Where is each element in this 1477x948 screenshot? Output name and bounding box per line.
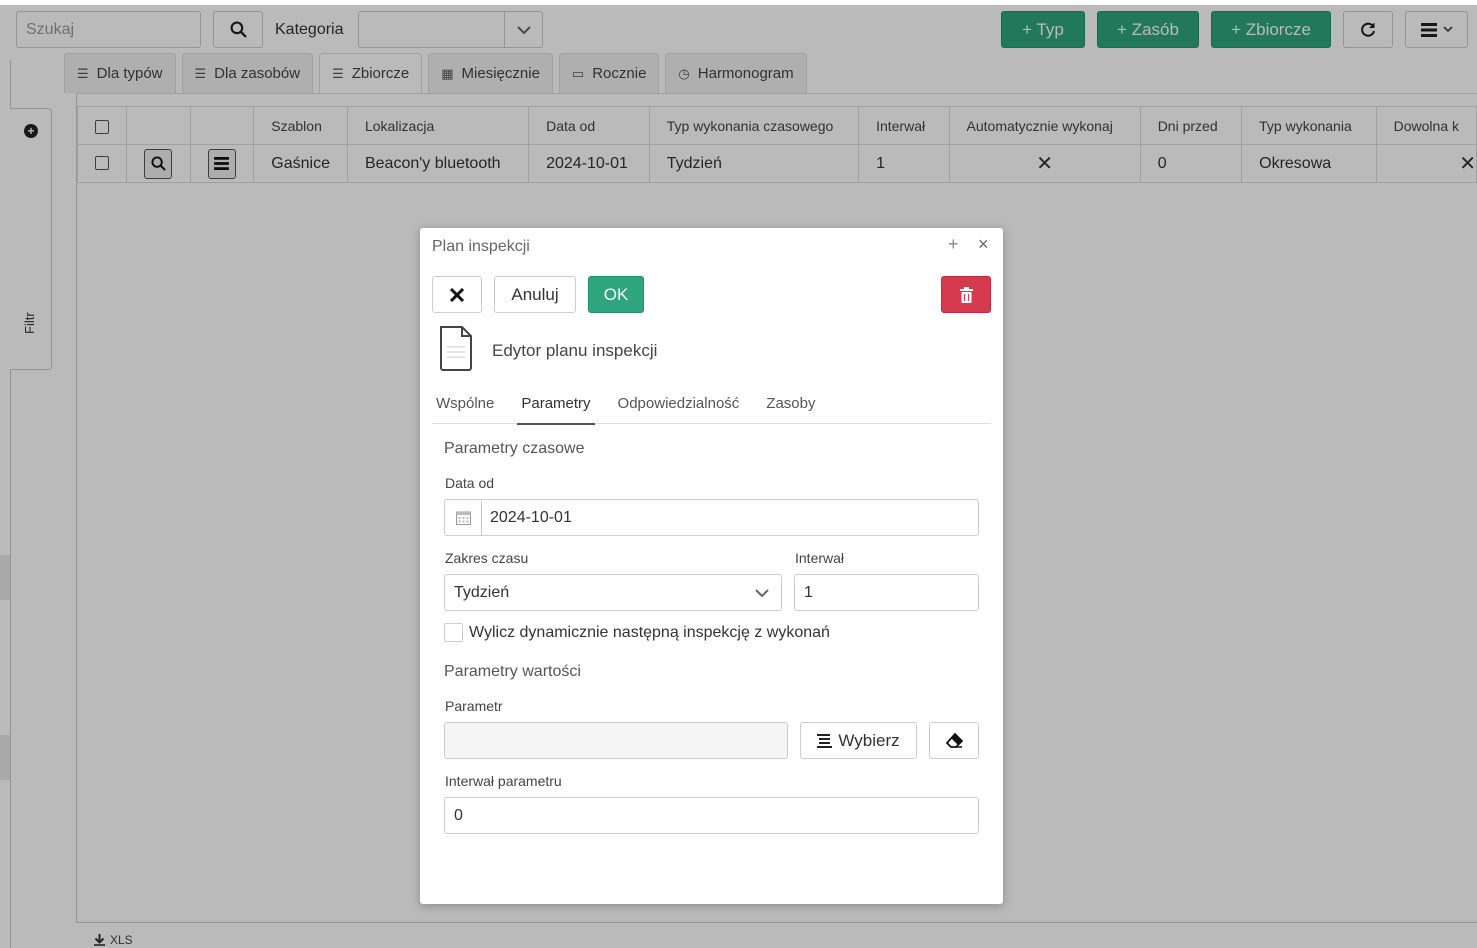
dialog-tabs: Wspólne Parametry Odpowiedzialność Zasob… — [432, 390, 991, 425]
tab-parametry[interactable]: Parametry — [517, 390, 595, 425]
dynamic-next-checkbox[interactable] — [444, 623, 463, 642]
interval-input[interactable]: 1 — [794, 574, 979, 611]
param-interval-input[interactable]: 0 — [444, 797, 979, 834]
date-from-value: 2024-10-01 — [490, 509, 572, 526]
dynamic-next-label[interactable]: Wylicz dynamicznie następną inspekcję z … — [469, 624, 830, 642]
parameter-input[interactable] — [444, 722, 788, 759]
cancel-button[interactable]: Anuluj — [494, 276, 576, 313]
dialog-title: Plan inspekcji — [432, 238, 530, 255]
time-range-value: Tydzień — [454, 584, 510, 601]
inspection-plan-dialog: Plan inspekcji + × Anuluj OK Edytor plan… — [420, 228, 1003, 904]
chevron-down-icon — [755, 589, 769, 598]
calendar-icon[interactable] — [445, 500, 482, 535]
discard-button[interactable] — [432, 276, 482, 313]
time-range-select[interactable]: Tydzień — [444, 574, 782, 611]
eraser-icon — [945, 733, 963, 748]
x-icon — [450, 287, 464, 302]
param-interval-label: Interwał parametru — [445, 773, 562, 789]
tab-wspolne[interactable]: Wspólne — [432, 390, 498, 424]
clear-parameter-button[interactable] — [929, 722, 979, 759]
time-range-label: Zakres czasu — [445, 550, 529, 566]
trash-icon — [959, 286, 973, 303]
interval-label: Interwał — [795, 550, 845, 566]
tab-zasoby[interactable]: Zasoby — [762, 390, 819, 424]
date-from-label: Data od — [445, 475, 495, 491]
editor-title: Edytor planu inspekcji — [492, 341, 658, 360]
document-icon — [440, 326, 472, 371]
parameter-label: Parametr — [445, 698, 503, 714]
time-params-heading: Parametry czasowe — [444, 440, 585, 457]
expand-icon[interactable]: + — [948, 234, 959, 255]
tab-odpowiedzialnosc[interactable]: Odpowiedzialność — [614, 390, 744, 424]
delete-button[interactable] — [941, 276, 991, 313]
close-icon[interactable]: × — [978, 234, 989, 255]
choose-label: Wybierz — [838, 730, 900, 750]
value-params-heading: Parametry wartości — [444, 663, 581, 680]
date-from-input[interactable]: 2024-10-01 — [444, 499, 979, 536]
choose-parameter-button[interactable]: Wybierz — [800, 722, 917, 759]
list-select-icon — [817, 734, 833, 748]
ok-button[interactable]: OK — [588, 276, 644, 313]
